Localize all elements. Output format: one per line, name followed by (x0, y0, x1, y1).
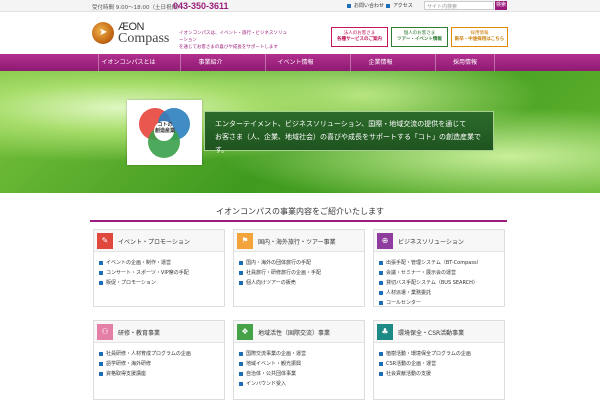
card-link[interactable]: 貸切バス手配システム（BUS SEARCH） (379, 278, 482, 288)
top-bar (0, 0, 600, 12)
card-link[interactable]: 会議・セミナー・展示会の運営 (379, 268, 482, 278)
card-link-list: イベントの企画・制作・運営 コンサート・スポーツ・VIP席の手配 販促・プロモー… (99, 258, 189, 288)
card-link[interactable]: 語学研修・海外研修 (99, 359, 191, 369)
card-link[interactable]: 人材派遣・業務委託 (379, 288, 482, 298)
globe-icon: ⊕ (377, 233, 393, 249)
card-title[interactable]: 研修・教育事業 (118, 328, 160, 337)
people-icon: ⚇ (97, 324, 113, 340)
nav-item-company[interactable]: 企業情報 (350, 54, 410, 71)
individual-box-line1: 個人のお客さま (403, 31, 436, 36)
business-diagram: コトの 創造産業 (127, 100, 202, 165)
card-header: ⚑ 国内・海外旅行・ツアー事業 (234, 230, 364, 252)
card-link-list: 国内・海外の団体旅行の手配 社員旅行・研修旅行の企画・手配 個人向けツアーの販売 (239, 258, 321, 288)
card-link[interactable]: コンサート・スポーツ・VIP席の手配 (99, 268, 189, 278)
card-link-list: 植樹活動・環境保全プログラムの企画 CSR活動の企画・運営 社会貢献活動の支援 (379, 349, 471, 379)
card-link[interactable]: インバウンド受入 (239, 379, 306, 389)
site-search-input[interactable]: サイト内検索 (424, 1, 494, 10)
card-events[interactable]: ✎ イベント・プロモーション イベントの企画・制作・運営 コンサート・スポーツ・… (93, 229, 225, 307)
card-link[interactable]: 植樹活動・環境保全プログラムの企画 (379, 349, 471, 359)
hero-message: エンターテイメント、ビジネスソリューション、国際・地域交流の提供を通じて お客さ… (204, 111, 494, 154)
global-nav: イオンコンパスとは 事業紹介 イベント情報 企業情報 採用情報 (0, 54, 600, 71)
card-link-list: 国際交流事業の企画・運営 地域イベント・観光振興 自治体・公共団体事業 インバウ… (239, 349, 306, 389)
nav-item-recruit[interactable]: 採用情報 (435, 54, 495, 71)
corporate-customers-box[interactable]: 法人のお客さま 各種サービスのご案内 (331, 27, 388, 47)
card-link-list: 出張手配・管理システム（BT-Compass） 会議・セミナー・展示会の運営 貸… (379, 258, 482, 308)
logo-compass-text[interactable]: Compass (118, 31, 169, 47)
hero-line-1: エンターテイメント、ビジネスソリューション、国際・地域交流の提供を通じて (215, 120, 467, 128)
card-title[interactable]: 環境保全・CSR活動事業 (398, 328, 464, 337)
card-link[interactable]: 社会貢献活動の支援 (379, 369, 471, 379)
card-business-solutions[interactable]: ⊕ ビジネスソリューション 出張手配・管理システム（BT-Compass） 会議… (373, 229, 505, 307)
individual-customers-box[interactable]: 個人のお客さま ツアー・イベント情報 (391, 27, 448, 47)
diagram-label-sozo: 創造産業 (154, 128, 175, 134)
access-link[interactable]: アクセス (386, 2, 413, 10)
card-link[interactable]: 国内・海外の団体旅行の手配 (239, 258, 321, 268)
card-link[interactable]: 社員旅行・研修旅行の企画・手配 (239, 268, 321, 278)
recruit-box-line1: 採用情報 (470, 31, 489, 36)
card-link[interactable]: 出張手配・管理システム（BT-Compass） (379, 258, 482, 268)
card-link[interactable]: 地域イベント・観光振興 (239, 359, 306, 369)
section-title: イオンコンパスの事業内容をご紹介いたします (216, 207, 384, 216)
corporate-box-line1: 法人のお客さま (343, 31, 376, 36)
card-title[interactable]: イベント・プロモーション (118, 237, 190, 246)
recruit-box[interactable]: 採用情報 新卒・中途採用はこちら (451, 27, 508, 47)
corporate-box-line2: 各種サービスのご案内 (337, 37, 382, 42)
card-title[interactable]: 国内・海外旅行・ツアー事業 (258, 237, 336, 246)
section-divider (90, 220, 507, 222)
business-hours: 受付時間 9:00〜18:00（土日祝休） (92, 5, 183, 11)
phone-number[interactable]: 043-350-3611 (173, 1, 229, 11)
card-regional[interactable]: ❖ 地域活性（国際交流）事業 国際交流事業の企画・運営 地域イベント・観光振興 … (233, 320, 365, 400)
card-link[interactable]: 社員研修・人材育成プログラムの企画 (99, 349, 191, 359)
contact-link[interactable]: お問い合わせ (347, 2, 384, 10)
tagline-line-2: を通じてお客さまの喜びや成長をサポートします (179, 45, 278, 50)
nav-item-about[interactable]: イオンコンパスとは (98, 54, 158, 71)
site-header (0, 13, 600, 53)
card-training[interactable]: ⚇ 研修・教育事業 社員研修・人材育成プログラムの企画 語学研修・海外研修 資格… (93, 320, 225, 400)
card-link[interactable]: 資格取得支援講座 (99, 369, 191, 379)
card-link[interactable]: 自治体・公共団体事業 (239, 369, 306, 379)
card-travel[interactable]: ⚑ 国内・海外旅行・ツアー事業 国内・海外の団体旅行の手配 社員旅行・研修旅行の… (233, 229, 365, 307)
tagline-line-1: イオンコンパスは、イベント・旅行・ビジネスソリューション (179, 31, 287, 43)
search-button[interactable]: 検索 (495, 1, 507, 10)
card-header: ♣ 環境保全・CSR活動事業 (374, 321, 504, 343)
card-link[interactable]: イベントの企画・制作・運営 (99, 258, 189, 268)
card-header: ⚇ 研修・教育事業 (94, 321, 224, 343)
card-title[interactable]: ビジネスソリューション (398, 237, 464, 246)
hero-line-2: お客さま（人、企業、地域社会）の喜びや成長をサポートする「コト」の創造産業です。 (215, 133, 481, 154)
pencil-icon: ✎ (97, 233, 113, 249)
card-link[interactable]: コールセンター (379, 298, 482, 308)
card-link[interactable]: 国際交流事業の企画・運営 (239, 349, 306, 359)
nav-item-events[interactable]: イベント情報 (265, 54, 325, 71)
card-header: ⊕ ビジネスソリューション (374, 230, 504, 252)
card-link[interactable]: 個人向けツアーの販売 (239, 278, 321, 288)
card-header: ✎ イベント・プロモーション (94, 230, 224, 252)
card-title[interactable]: 地域活性（国際交流）事業 (258, 328, 330, 337)
card-link[interactable]: CSR活動の企画・運営 (379, 359, 471, 369)
flag-icon: ⚑ (237, 233, 253, 249)
recruit-box-line2: 新卒・中途採用はこちら (454, 37, 505, 42)
tree-icon: ♣ (377, 324, 393, 340)
card-csr[interactable]: ♣ 環境保全・CSR活動事業 植樹活動・環境保全プログラムの企画 CSR活動の企… (373, 320, 505, 400)
nav-item-business[interactable]: 事業紹介 (180, 54, 240, 71)
gift-icon: ❖ (237, 324, 253, 340)
aeon-compass-logo-icon[interactable]: ➤ (92, 22, 114, 44)
card-header: ❖ 地域活性（国際交流）事業 (234, 321, 364, 343)
individual-box-line2: ツアー・イベント情報 (397, 37, 442, 42)
header-tagline: イオンコンパスは、イベント・旅行・ビジネスソリューション を通じてお客さまの喜び… (179, 30, 289, 51)
card-link-list: 社員研修・人材育成プログラムの企画 語学研修・海外研修 資格取得支援講座 (99, 349, 191, 379)
card-link[interactable]: 販促・プロモーション (99, 278, 189, 288)
